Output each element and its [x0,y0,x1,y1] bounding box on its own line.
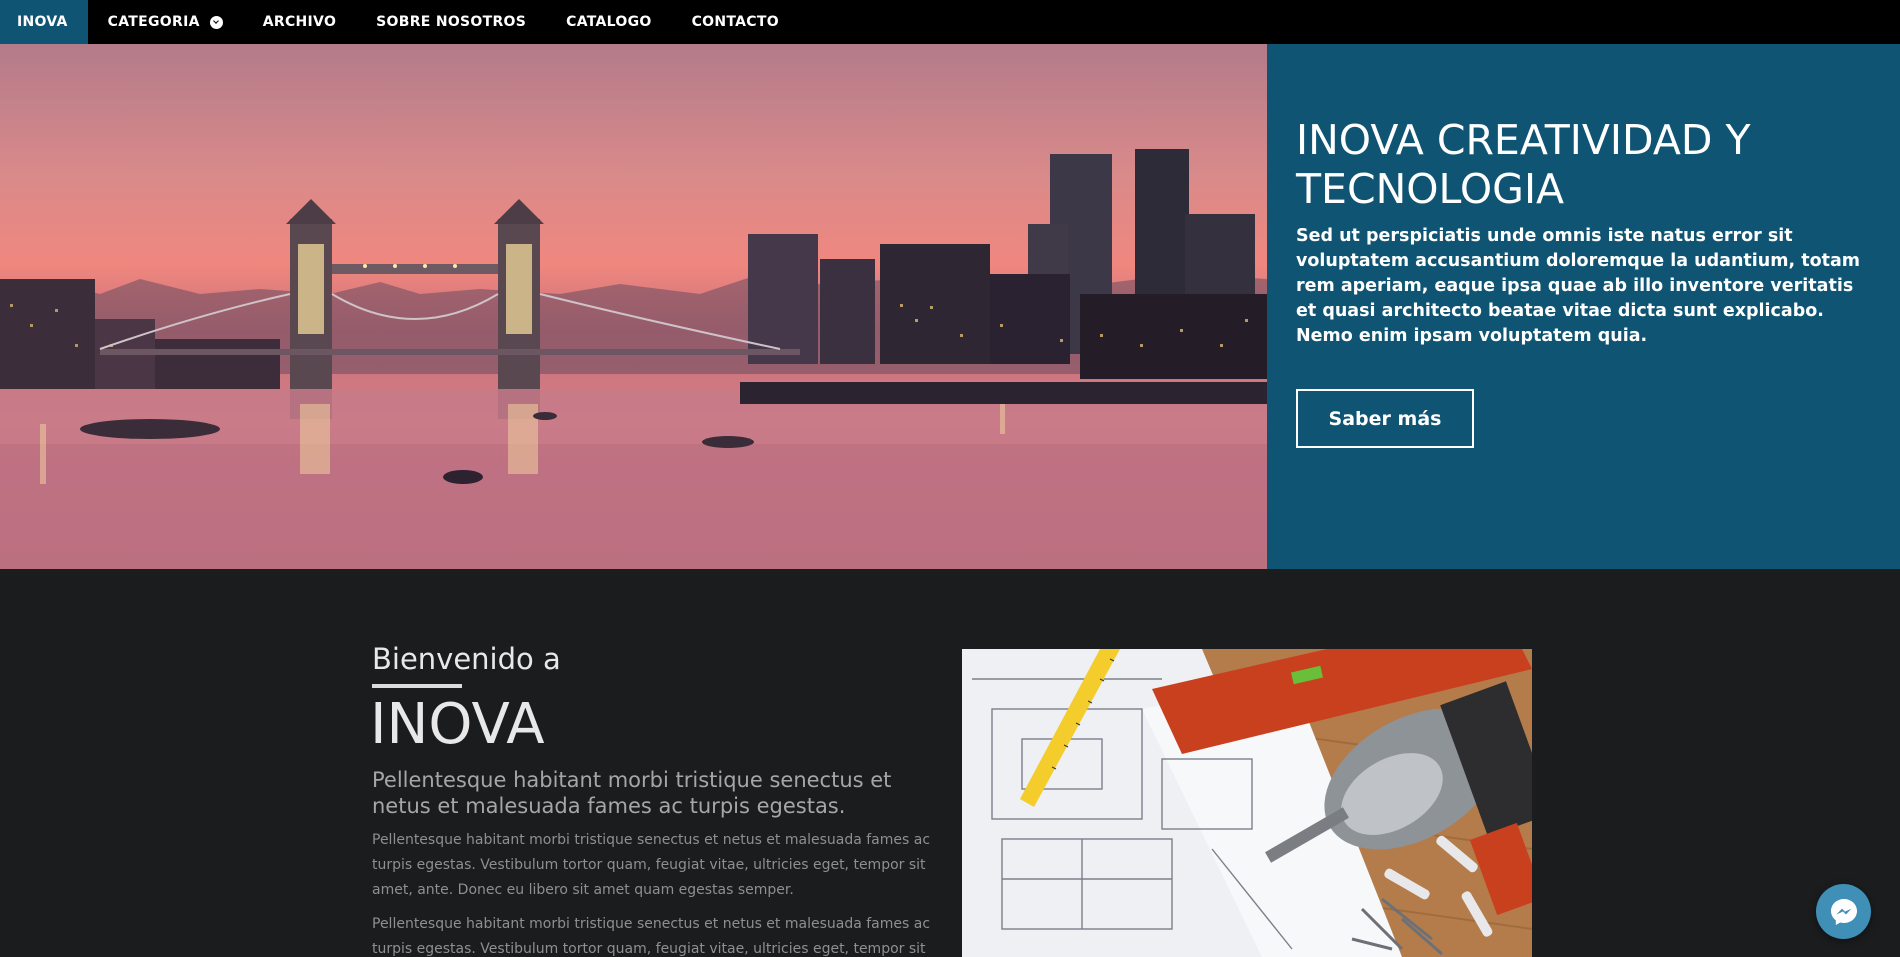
nav-item-sobre-nosotros[interactable]: SOBRE NOSOTROS [356,0,546,44]
nav-item-inova[interactable]: INOVA [0,0,88,44]
nav-item-archivo[interactable]: ARCHIVO [243,0,356,44]
welcome-subtitle: Bienvenido a [372,642,561,676]
nav-item-catalogo[interactable]: CATALOGO [546,0,671,44]
blueprint-tools-illustration [962,649,1532,957]
nav-item-label: INOVA [17,14,68,30]
saber-mas-button[interactable]: Saber más [1296,389,1474,448]
nav-item-categoria[interactable]: CATEGORIA [88,0,243,44]
nav-item-label: SOBRE NOSOTROS [376,14,527,30]
tools-image [962,649,1532,957]
welcome-title: INOVA [370,692,545,757]
main-navbar: INOVA CATEGORIA ARCHIVO SOBRE NOSOTROS C… [0,0,1900,44]
welcome-lead: Pellentesque habitant morbi tristique se… [372,768,892,818]
welcome-paragraph: Pellentesque habitant morbi tristique se… [372,916,931,957]
messenger-icon [1830,898,1857,925]
chevron-down-icon [209,15,223,29]
messenger-chat-button[interactable] [1816,884,1871,939]
nav-item-contacto[interactable]: CONTACTO [672,0,799,44]
nav-item-label: ARCHIVO [262,14,337,30]
nav-item-label: CONTACTO [691,14,779,30]
nav-item-label: CATALOGO [566,14,652,30]
london-skyline-illustration [0,149,1267,569]
hero-description: Sed ut perspiciatis unde omnis iste natu… [1296,226,1860,346]
hero-title: INOVA CREATIVIDAD Y TECNOLOGIA [1296,116,1751,213]
welcome-paragraph: Pellentesque habitant morbi tristique se… [372,832,931,898]
title-divider [372,684,462,688]
hero-panel: INOVA CREATIVIDAD Y TECNOLOGIA Sed ut pe… [1267,44,1900,569]
nav-item-label: CATEGORIA [107,14,200,30]
hero-image [0,44,1267,569]
